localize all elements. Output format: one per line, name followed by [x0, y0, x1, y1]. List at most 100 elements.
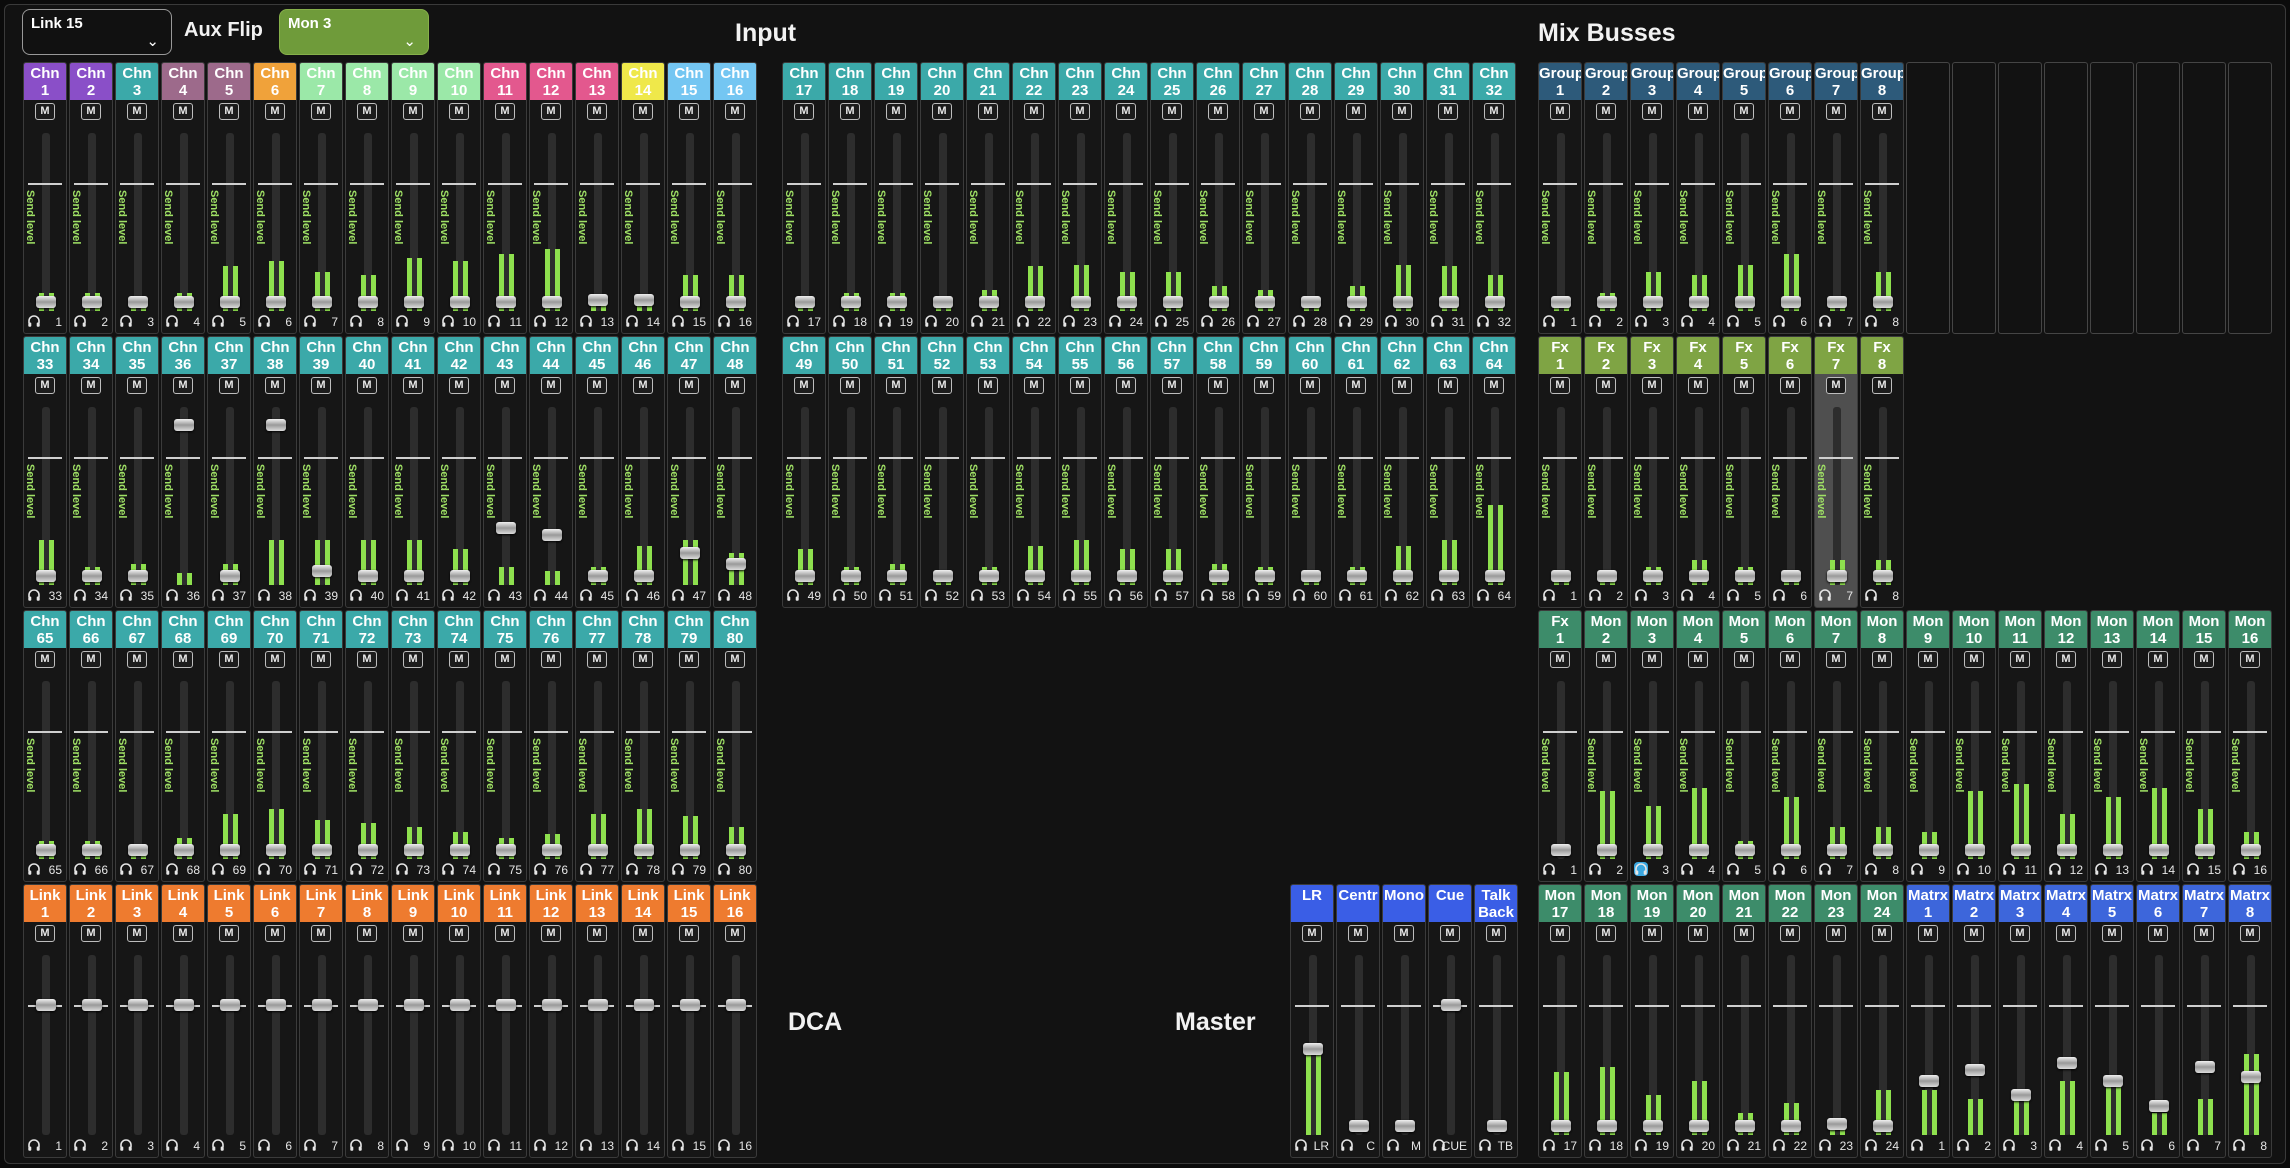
fader-knob[interactable]	[266, 844, 286, 856]
channel-strip[interactable]: Group 6 M Send level 6	[1768, 62, 1812, 334]
strip-header[interactable]: Chn 15	[668, 63, 710, 100]
mute-button[interactable]: M	[725, 925, 745, 942]
fader-knob[interactable]	[1025, 570, 1045, 582]
headphone-icon[interactable]	[211, 588, 225, 602]
headphone-icon[interactable]	[257, 1138, 271, 1152]
strip-header[interactable]: Link 16	[714, 885, 756, 922]
mute-button[interactable]: M	[219, 651, 239, 668]
strip-header[interactable]: Mon 11	[1999, 611, 2041, 648]
channel-strip[interactable]: Chn 74 M Send level 74	[437, 610, 481, 882]
headphone-icon[interactable]	[1062, 588, 1076, 602]
headphone-icon[interactable]	[1680, 1138, 1694, 1152]
channel-strip[interactable]: Chn 13 M Send level 13	[575, 62, 619, 334]
channel-strip[interactable]: Link 7 M 7	[299, 884, 343, 1158]
fader-knob[interactable]	[36, 570, 56, 582]
headphone-icon[interactable]	[1542, 314, 1556, 328]
strip-header[interactable]: Mon 5	[1723, 611, 1765, 648]
strip-header[interactable]: Link 1	[24, 885, 66, 922]
fader-knob[interactable]	[634, 570, 654, 582]
mute-button[interactable]: M	[173, 377, 193, 394]
headphone-icon[interactable]	[1384, 588, 1398, 602]
fader-knob[interactable]	[1597, 844, 1617, 856]
fader-knob[interactable]	[634, 999, 654, 1011]
strip-header[interactable]: Chn 13	[576, 63, 618, 100]
headphone-icon[interactable]	[441, 588, 455, 602]
mute-button[interactable]: M	[1254, 103, 1274, 120]
strip-header[interactable]: Chn 27	[1243, 63, 1285, 100]
fader-knob[interactable]	[726, 558, 746, 570]
channel-strip[interactable]: Chn 69 M Send level 69	[207, 610, 251, 882]
headphone-icon[interactable]	[27, 314, 41, 328]
headphone-icon[interactable]	[1200, 588, 1214, 602]
headphone-icon[interactable]	[1818, 1138, 1832, 1152]
headphone-icon[interactable]	[211, 1138, 225, 1152]
mute-button[interactable]: M	[2148, 925, 2168, 942]
channel-strip[interactable]: Mon 23 M 23	[1814, 884, 1858, 1158]
headphone-icon[interactable]	[717, 862, 731, 876]
fader-track[interactable]	[939, 133, 947, 311]
headphone-icon[interactable]	[441, 1138, 455, 1152]
fader-knob[interactable]	[1551, 570, 1571, 582]
mute-button[interactable]: M	[219, 377, 239, 394]
fader-knob[interactable]	[496, 522, 516, 534]
mute-button[interactable]: M	[265, 651, 285, 668]
strip-header[interactable]: Chn 68	[162, 611, 204, 648]
mute-button[interactable]: M	[1688, 377, 1708, 394]
fader-track[interactable]	[364, 955, 372, 1135]
strip-header[interactable]: Chn 28	[1289, 63, 1331, 100]
fader-knob[interactable]	[1735, 296, 1755, 308]
channel-strip[interactable]: Mon 22 M 22	[1768, 884, 1812, 1158]
mute-button[interactable]: M	[1440, 925, 1460, 942]
mute-button[interactable]: M	[2194, 925, 2214, 942]
channel-strip[interactable]: Chn 48 M Send level 48	[713, 336, 757, 608]
fader-knob[interactable]	[979, 296, 999, 308]
fader-knob[interactable]	[1919, 844, 1939, 856]
strip-header[interactable]: Link 2	[70, 885, 112, 922]
fader-knob[interactable]	[1827, 844, 1847, 856]
channel-strip[interactable]: Chn 19 M Send level 19	[874, 62, 918, 334]
fader-knob[interactable]	[2241, 1071, 2261, 1083]
headphone-icon[interactable]	[970, 588, 984, 602]
strip-header[interactable]: LR	[1291, 885, 1333, 922]
headphone-icon[interactable]	[165, 314, 179, 328]
mute-button[interactable]: M	[1918, 925, 1938, 942]
headphone-icon[interactable]	[303, 314, 317, 328]
strip-header[interactable]: Chn 78	[622, 611, 664, 648]
fader-knob[interactable]	[404, 296, 424, 308]
fader-track[interactable]	[1833, 955, 1841, 1135]
fader-track[interactable]	[318, 955, 326, 1135]
mute-button[interactable]: M	[173, 925, 193, 942]
channel-strip[interactable]: Fx 5 M Send level 5	[1722, 336, 1766, 608]
headphone-icon[interactable]	[1476, 314, 1490, 328]
fader-track[interactable]	[548, 407, 556, 585]
strip-header[interactable]: Chn 20	[921, 63, 963, 100]
fader-knob[interactable]	[1441, 999, 1461, 1011]
strip-header[interactable]: Chn 53	[967, 337, 1009, 374]
strip-header[interactable]: Link 9	[392, 885, 434, 922]
headphone-icon[interactable]	[671, 314, 685, 328]
fader-knob[interactable]	[1827, 1118, 1847, 1130]
mute-button[interactable]: M	[1596, 103, 1616, 120]
fader-knob[interactable]	[1643, 296, 1663, 308]
fader-track[interactable]	[640, 955, 648, 1135]
headphone-icon[interactable]	[395, 588, 409, 602]
strip-header[interactable]: Matrx 4	[2045, 885, 2087, 922]
headphone-icon[interactable]	[1864, 314, 1878, 328]
strip-header[interactable]: Chn 36	[162, 337, 204, 374]
headphone-icon[interactable]	[1588, 314, 1602, 328]
fader-knob[interactable]	[450, 844, 470, 856]
fader-knob[interactable]	[1071, 296, 1091, 308]
strip-header[interactable]: Chn 17	[783, 63, 825, 100]
mute-button[interactable]: M	[127, 103, 147, 120]
mute-button[interactable]: M	[2240, 651, 2260, 668]
strip-header[interactable]: Chn 43	[484, 337, 526, 374]
headphone-icon[interactable]	[1430, 588, 1444, 602]
channel-strip[interactable]: Group 7 M Send level 7	[1814, 62, 1858, 334]
headphone-icon[interactable]	[487, 862, 501, 876]
headphone-icon[interactable]	[1154, 314, 1168, 328]
channel-strip[interactable]: Chn 66 M Send level 66	[69, 610, 113, 882]
fader-track[interactable]	[1787, 407, 1795, 585]
mute-button[interactable]: M	[449, 651, 469, 668]
fader-knob[interactable]	[1827, 296, 1847, 308]
channel-strip[interactable]: Matrx 3 M 3	[1998, 884, 2042, 1158]
